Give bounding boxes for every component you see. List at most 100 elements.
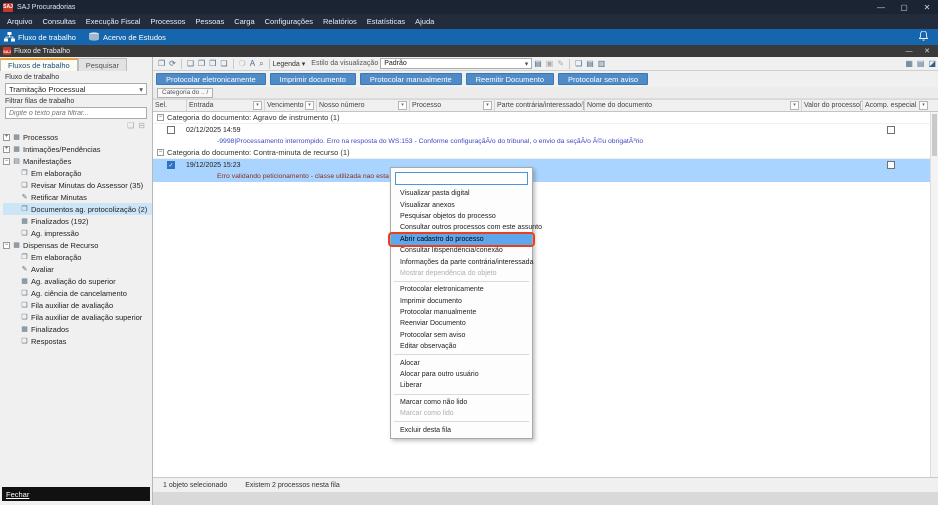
minimize-button[interactable]: — <box>870 0 892 14</box>
menu-item-protocolar-sem-aviso[interactable]: Protocolar sem aviso <box>391 330 532 341</box>
tree-item-avaliar[interactable]: ✎Avaliar <box>3 263 152 275</box>
estilo-select[interactable]: Padrão ▾ <box>380 58 532 69</box>
imprimir-documento-button[interactable]: Imprimir documento <box>270 73 356 85</box>
acomp-especial-checkbox[interactable] <box>887 161 895 169</box>
protocolar-sem-aviso-button[interactable]: Protocolar sem aviso <box>558 73 648 85</box>
tree-item-fila-auxiliar-avaliacao-superior[interactable]: ❑Fila auxiliar de avaliação superior <box>3 311 152 323</box>
menu-item-consultar-outros-processos[interactable]: Consultar outros processos com este assu… <box>391 222 532 233</box>
fechar-button[interactable]: Fechar <box>2 487 150 501</box>
workflow-minimize-button[interactable]: — <box>900 45 918 57</box>
tree-item-dispensas-de-recurso[interactable]: −▦Dispensas de Recurso <box>3 239 152 251</box>
expander-icon[interactable]: + <box>3 146 10 153</box>
acervo-de-estudos-button[interactable]: Acervo de Estudos <box>88 32 166 42</box>
protocolar-eletronicamente-button[interactable]: Protocolar eletronicamente <box>156 73 266 85</box>
header-sel[interactable]: Sel. <box>153 100 187 111</box>
layout-view-icon[interactable]: ▤ <box>917 59 925 68</box>
menu-ajuda[interactable]: Ajuda <box>410 17 439 26</box>
header-valor-processo[interactable]: Valor do processo▾ <box>802 100 863 111</box>
tree-item-em-elaboracao[interactable]: ❐Em elaboração <box>3 167 152 179</box>
tree-filter-icon[interactable]: ⊟ <box>138 121 145 130</box>
move-icon[interactable]: ❐ <box>198 59 205 68</box>
menu-relatorios[interactable]: Relatórios <box>318 17 362 26</box>
header-acomp-especial[interactable]: Acomp. especial▾ <box>863 100 930 111</box>
table-row[interactable]: 02/12/2025 14:59 <box>153 124 930 136</box>
menu-carga[interactable]: Carga <box>229 17 259 26</box>
grid-view-icon[interactable]: ▦ <box>905 59 913 68</box>
copy-icon[interactable]: ❏ <box>187 59 194 68</box>
menu-estatisticas[interactable]: Estatísticas <box>362 17 410 26</box>
workflow-close-button[interactable]: ✕ <box>918 45 936 57</box>
tree-item-ag-ciencia-cancelamento[interactable]: ❑Ag. ciência de cancelamento <box>3 287 152 299</box>
menu-consultas[interactable]: Consultas <box>37 17 80 26</box>
tree-item-retificar-minutas[interactable]: ✎Retificar Minutas <box>3 191 152 203</box>
protocolar-manualmente-button[interactable]: Protocolar manualmente <box>360 73 462 85</box>
filter-icon[interactable]: ▾ <box>305 101 314 110</box>
menu-item-visualizar-pasta-digital[interactable]: Visualizar pasta digital <box>391 188 532 199</box>
filter-icon[interactable]: ▾ <box>790 101 799 110</box>
tree-collapse-icon[interactable]: ❏ <box>127 121 134 130</box>
menu-item-protocolar-eletronicamente[interactable]: Protocolar eletronicamente <box>391 284 532 295</box>
transfer-icon[interactable]: ❏ <box>220 59 227 68</box>
forward-icon[interactable]: ❒ <box>209 59 216 68</box>
menu-item-abrir-cadastro-do-processo[interactable]: Abrir cadastro do processo <box>391 234 532 245</box>
row-checkbox-checked[interactable]: ✓ <box>167 161 175 169</box>
maximize-button[interactable]: ▢ <box>893 0 915 14</box>
edit-icon[interactable]: ✎ <box>557 59 564 68</box>
menu-pessoas[interactable]: Pessoas <box>190 17 229 26</box>
menu-arquivo[interactable]: Arquivo <box>2 17 37 26</box>
group-header-agravo[interactable]: − Categoria do documento: Agravo de inst… <box>153 112 930 124</box>
tree-item-finalizados[interactable]: ▦Finalizados (192) <box>3 215 152 227</box>
group-collapse-icon[interactable]: − <box>157 114 164 121</box>
tree-item-em-elaboracao-2[interactable]: ❐Em elaboração <box>3 251 152 263</box>
tab-fluxos-de-trabalho[interactable]: Fluxos de trabalho <box>0 58 78 71</box>
header-vencimento[interactable]: Vencimento▾ <box>265 100 317 111</box>
groupby-chip[interactable]: Categoria do .. / <box>157 88 213 98</box>
group-collapse-icon[interactable]: − <box>157 149 164 156</box>
legenda-dropdown[interactable]: Legenda ▾ <box>273 60 306 68</box>
tree-item-intimacoes[interactable]: +▦Intimações/Pendências <box>3 143 152 155</box>
close-button[interactable]: ✕ <box>916 0 938 14</box>
filter-input[interactable] <box>5 107 147 119</box>
menu-configuracoes[interactable]: Configurações <box>260 17 318 26</box>
display-icon[interactable]: ▤ <box>534 59 542 68</box>
tree-item-finalizados-2[interactable]: ▦Finalizados <box>3 323 152 335</box>
expander-icon[interactable]: − <box>3 158 10 165</box>
header-nosso-numero[interactable]: Nosso número▾ <box>317 100 410 111</box>
panel-view-icon[interactable]: ◪ <box>928 59 936 68</box>
menu-item-excluir-desta-fila[interactable]: Excluir desta fila <box>391 424 532 435</box>
vertical-scrollbar[interactable] <box>930 112 938 477</box>
find-text-icon[interactable]: A <box>250 59 255 68</box>
header-processo[interactable]: Processo▾ <box>410 100 495 111</box>
menu-item-consultar-litispendencia[interactable]: Consultar litispendência/conexão <box>391 245 532 256</box>
stack-icon[interactable]: ❏ <box>575 59 582 68</box>
menu-item-editar-observacao[interactable]: Editar observação <box>391 341 532 352</box>
table-row-selected[interactable]: ✓ 19/12/2025 15:23 <box>153 159 930 171</box>
menu-item-marcar-como-nao-lido[interactable]: Marcar como não lido <box>391 397 532 408</box>
expander-icon[interactable]: − <box>3 242 10 249</box>
header-nome-documento[interactable]: Nome do documento▾ <box>585 100 802 111</box>
tree-item-ag-impressao[interactable]: ❑Ag. impressão <box>3 227 152 239</box>
tree-item-respostas[interactable]: ❑Respostas <box>3 335 152 347</box>
lock-icon[interactable]: ▣ <box>546 59 554 68</box>
tab-pesquisar[interactable]: Pesquisar <box>78 58 127 71</box>
menu-item-reenviar-documento[interactable]: Reenviar Documento <box>391 318 532 329</box>
header-parte-contraria[interactable]: Parte contrária/interessado/▾ <box>495 100 585 111</box>
refresh-icon[interactable]: ⟳ <box>169 59 176 68</box>
tree-item-ag-avaliacao-superior[interactable]: ▦Ag. avaliação do superior <box>3 275 152 287</box>
menu-item-imprimir-documento[interactable]: Imprimir documento <box>391 296 532 307</box>
filter-icon[interactable]: ▾ <box>398 101 407 110</box>
cards-icon[interactable]: ▥ <box>598 59 606 68</box>
tree-item-processos[interactable]: +▦Processos <box>3 131 152 143</box>
menu-item-alocar-para-outro-usuario[interactable]: Alocar para outro usuário <box>391 369 532 380</box>
menu-execucao-fiscal[interactable]: Execução Fiscal <box>81 17 146 26</box>
context-menu-search-input[interactable] <box>395 172 528 185</box>
tree-item-revisar-minutas[interactable]: ❑Revisar Minutas do Assessor (35) <box>3 179 152 191</box>
new-document-icon[interactable]: ❐ <box>158 59 165 68</box>
menu-processos[interactable]: Processos <box>145 17 190 26</box>
menu-item-protocolar-manualmente[interactable]: Protocolar manualmente <box>391 307 532 318</box>
menu-item-pesquisar-objetos[interactable]: Pesquisar objetos do processo <box>391 211 532 222</box>
filter-icon[interactable]: ▾ <box>483 101 492 110</box>
reemitir-documento-button[interactable]: Reemitir Documento <box>466 73 554 85</box>
locate-icon[interactable]: ❍ <box>239 59 246 68</box>
fluxo-de-trabalho-button[interactable]: Fluxo de trabalho <box>4 32 76 42</box>
